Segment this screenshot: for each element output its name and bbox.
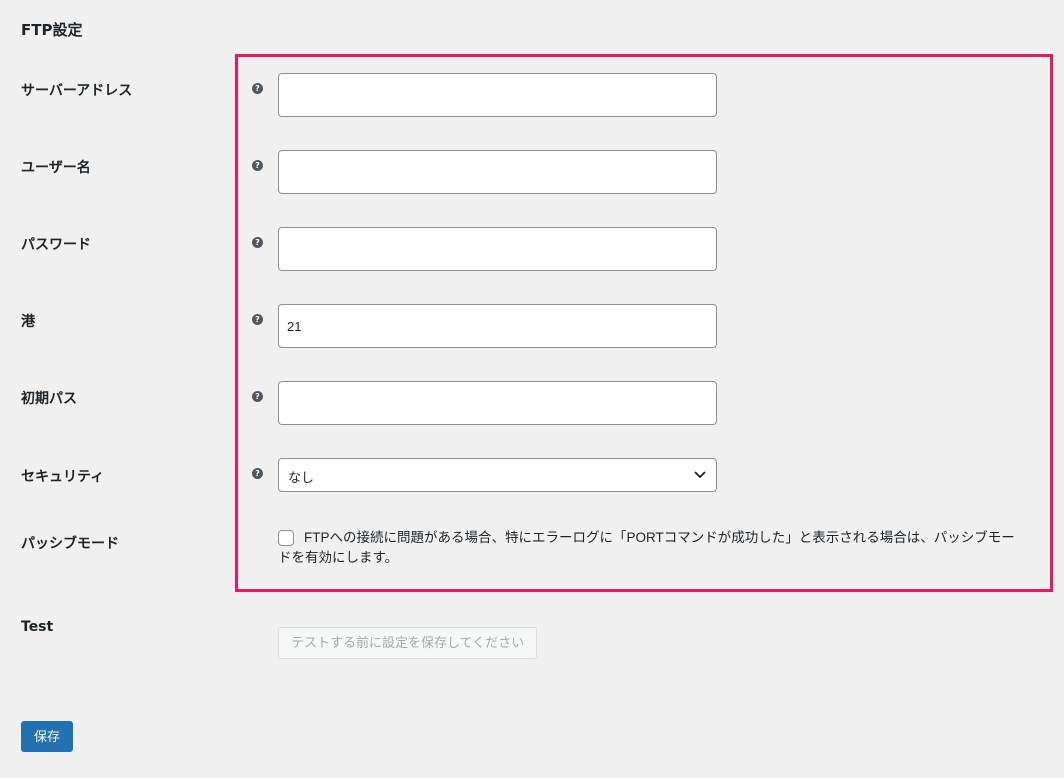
server-address-input[interactable] [278, 73, 717, 117]
ftp-settings-page: FTP設定 サーバーアドレス ? ユーザー名 ? パスワード ? 港 ? 初期パ… [0, 0, 1064, 778]
chevron-down-icon [694, 471, 706, 478]
server-address-help-icon[interactable]: ? [252, 83, 263, 94]
test-label: Test [21, 619, 54, 635]
initial-path-input[interactable] [278, 381, 717, 425]
initial-path-help-icon[interactable]: ? [252, 391, 263, 402]
port-input[interactable] [278, 304, 717, 348]
security-select[interactable]: なし [278, 458, 717, 492]
test-connection-button[interactable]: テストする前に設定を保存してください [278, 627, 538, 659]
security-label: セキュリティ [21, 469, 105, 485]
passive-mode-description: FTPへの接続に問題がある場合、特にエラーログに「PORTコマンドが成功した」と… [278, 530, 1015, 565]
username-help-icon[interactable]: ? [252, 160, 263, 171]
password-label: パスワード [21, 237, 91, 253]
initial-path-label: 初期パス [21, 391, 77, 407]
section-title: FTP設定 [21, 21, 83, 39]
passive-mode-label: パッシブモード [21, 536, 119, 552]
username-label: ユーザー名 [21, 160, 91, 176]
server-address-label: サーバーアドレス [21, 83, 133, 99]
username-input[interactable] [278, 150, 717, 194]
security-help-icon[interactable]: ? [252, 468, 263, 479]
security-selected-value: なし [288, 471, 315, 486]
port-help-icon[interactable]: ? [252, 314, 263, 325]
port-label: 港 [21, 314, 35, 330]
password-input[interactable] [278, 227, 717, 271]
save-button[interactable]: 保存 [21, 721, 74, 752]
password-help-icon[interactable]: ? [252, 237, 263, 248]
